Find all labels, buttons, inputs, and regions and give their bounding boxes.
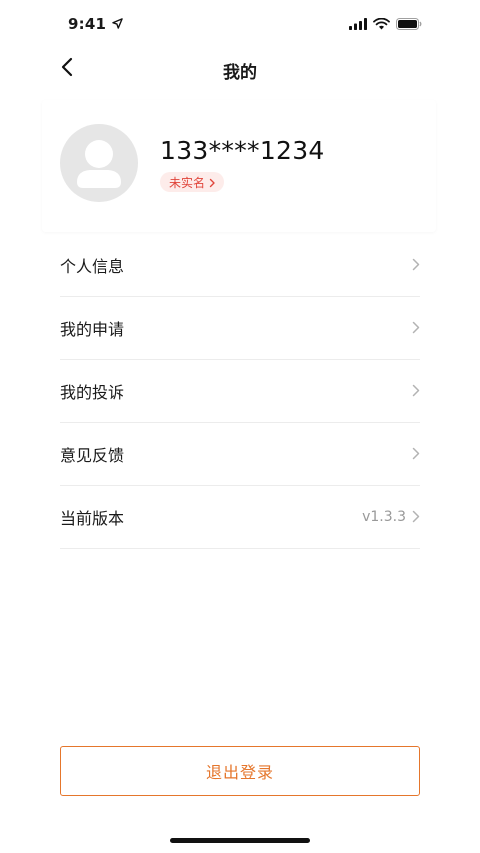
menu-item-label: 我的投诉: [60, 383, 125, 402]
menu-item-current-version[interactable]: 当前版本 v1.3.3: [60, 486, 420, 549]
user-avatar-icon: [60, 140, 138, 202]
phone-number: 133****1234: [160, 136, 325, 165]
menu-item-right: [412, 297, 420, 359]
logout-button[interactable]: 退出登录: [60, 746, 420, 796]
chevron-right-icon: [412, 319, 420, 338]
menu-item-right: [412, 234, 420, 296]
chevron-right-icon: [412, 508, 420, 527]
profile-card: 133****1234 未实名: [42, 100, 436, 232]
verify-status-badge[interactable]: 未实名: [160, 172, 225, 192]
menu-item-my-complaints[interactable]: 我的投诉: [60, 360, 420, 423]
chevron-right-icon: [412, 256, 420, 275]
battery-icon: [396, 15, 422, 34]
chevron-right-icon: [412, 445, 420, 464]
home-indicator: [170, 838, 310, 843]
menu-item-right: [412, 423, 420, 485]
avatar[interactable]: [60, 124, 138, 202]
version-value: v1.3.3: [362, 509, 406, 525]
status-bar: 9:41: [0, 0, 480, 46]
status-time-group: 9:41: [68, 14, 123, 33]
menu-item-my-applications[interactable]: 我的申请: [60, 297, 420, 360]
chevron-right-icon: [209, 173, 216, 192]
cellular-signal-icon: [349, 15, 367, 34]
menu-item-label: 我的申请: [60, 320, 125, 339]
menu-item-personal-info[interactable]: 个人信息: [60, 234, 420, 297]
status-icons: [349, 15, 422, 34]
chevron-right-icon: [412, 382, 420, 401]
menu-list: 个人信息 我的申请 我的投诉 意见反馈 当前版本 v1.3.3: [60, 234, 420, 549]
status-time: 9:41: [68, 14, 107, 33]
nav-bar: 我的: [0, 46, 480, 92]
wifi-icon: [373, 15, 390, 34]
page-title: 我的: [223, 63, 257, 83]
menu-item-feedback[interactable]: 意见反馈: [60, 423, 420, 486]
location-arrow-icon: [112, 14, 123, 33]
logout-label: 退出登录: [205, 763, 274, 782]
menu-item-label: 意见反馈: [60, 446, 125, 465]
menu-item-label: 当前版本: [60, 509, 125, 528]
verify-status-label: 未实名: [169, 175, 206, 190]
menu-item-right: v1.3.3: [362, 486, 420, 548]
menu-item-label: 个人信息: [60, 257, 125, 276]
menu-item-right: [412, 360, 420, 422]
